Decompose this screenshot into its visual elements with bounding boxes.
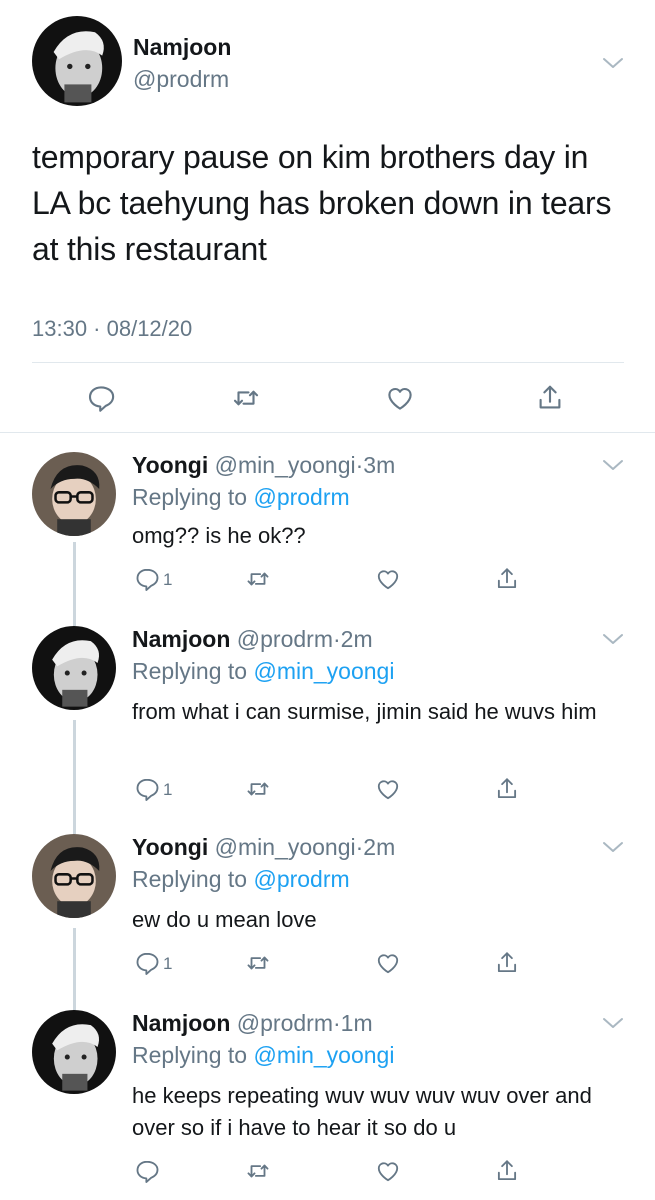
reply-icon[interactable] [134, 1158, 160, 1184]
replying-label: Replying to [132, 484, 248, 510]
author-name[interactable]: Namjoon [132, 1010, 230, 1036]
share-icon[interactable] [494, 566, 520, 592]
like-icon[interactable] [385, 383, 415, 413]
share-icon[interactable] [494, 776, 520, 802]
avatar[interactable] [32, 452, 116, 536]
author-name[interactable]: Yoongi [132, 452, 208, 478]
author-handle[interactable]: @min_yoongi [215, 452, 356, 478]
avatar[interactable] [32, 834, 116, 918]
reply-text: ew do u mean love [132, 907, 317, 932]
separator-dot: · [332, 626, 341, 652]
reply-icon[interactable] [134, 566, 160, 592]
reply-text: he keeps repeating wuv wuv wuv wuv over … [132, 1083, 592, 1140]
share-icon[interactable] [494, 1158, 520, 1184]
author-handle[interactable]: @prodrm [133, 66, 229, 93]
share-icon[interactable] [494, 950, 520, 976]
post-time[interactable]: 2m [363, 834, 395, 860]
replying-to-link[interactable]: @min_yoongi [253, 1042, 394, 1068]
replying-to-link[interactable]: @prodrm [253, 866, 349, 892]
post-time[interactable]: 1m [341, 1010, 373, 1036]
thread-line [73, 928, 76, 1012]
author-handle[interactable]: @prodrm [237, 1010, 333, 1036]
tweet-timestamp[interactable]: 13:30 · 08/12/20 [32, 316, 192, 342]
divider [32, 362, 624, 363]
reply-icon[interactable] [134, 776, 160, 802]
divider [0, 432, 655, 433]
replying-label: Replying to [132, 658, 248, 684]
chevron-down-icon[interactable] [602, 1016, 624, 1030]
retweet-icon[interactable] [245, 566, 271, 592]
author-name[interactable]: Yoongi [132, 834, 208, 860]
retweet-icon[interactable] [245, 950, 271, 976]
author-handle[interactable]: @prodrm [237, 626, 333, 652]
separator-dot: · [332, 1010, 341, 1036]
reply-count: 1 [163, 954, 173, 973]
author-handle[interactable]: @min_yoongi [215, 834, 356, 860]
reply-text: omg?? is he ok?? [132, 523, 306, 548]
post-time[interactable]: 3m [363, 452, 395, 478]
like-icon[interactable] [375, 566, 401, 592]
retweet-icon[interactable] [245, 776, 271, 802]
tweet-text: temporary pause on kim brothers day in L… [32, 139, 612, 267]
reply-icon[interactable] [86, 383, 116, 413]
avatar[interactable] [32, 1010, 116, 1094]
replying-label: Replying to [132, 1042, 248, 1068]
chevron-down-icon[interactable] [602, 56, 624, 70]
reply-count: 1 [163, 570, 173, 589]
thread-line [73, 720, 76, 834]
author-name[interactable]: Namjoon [132, 626, 230, 652]
chevron-down-icon[interactable] [602, 458, 624, 472]
replying-to-link[interactable]: @prodrm [253, 484, 349, 510]
reply-count: 1 [163, 780, 173, 799]
replying-label: Replying to [132, 866, 248, 892]
like-icon[interactable] [375, 776, 401, 802]
chevron-down-icon[interactable] [602, 840, 624, 854]
retweet-icon[interactable] [231, 383, 261, 413]
thread-line [73, 542, 76, 626]
retweet-icon[interactable] [245, 1158, 271, 1184]
author-name[interactable]: Namjoon [133, 34, 231, 61]
main-tweet: Namjoon @prodrm temporary pause on kim b… [0, 0, 655, 432]
like-icon[interactable] [375, 950, 401, 976]
post-time[interactable]: 2m [341, 626, 373, 652]
like-icon[interactable] [375, 1158, 401, 1184]
reply-text: from what i can surmise, jimin said he w… [132, 699, 597, 724]
avatar[interactable] [32, 16, 122, 106]
chevron-down-icon[interactable] [602, 632, 624, 646]
avatar[interactable] [32, 626, 116, 710]
share-icon[interactable] [535, 383, 565, 413]
reply-icon[interactable] [134, 950, 160, 976]
replying-to-link[interactable]: @min_yoongi [253, 658, 394, 684]
